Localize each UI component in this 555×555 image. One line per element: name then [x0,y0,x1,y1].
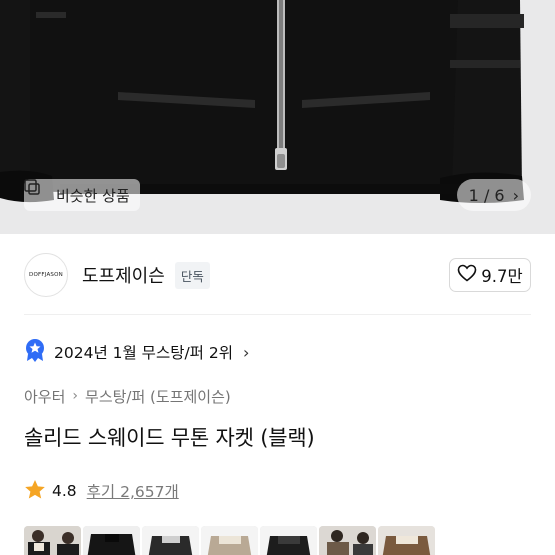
like-count: 9.7만 [481,267,523,286]
exclusive-badge: 단독 [174,261,210,289]
review-count-link[interactable]: 후기 2,657개 [87,480,179,502]
review-thumbnail[interactable] [201,526,258,555]
brand-logo-text: DOFFJASON [29,272,63,278]
review-thumbnail[interactable] [83,526,140,555]
ranking-text: 2024년 1월 무스탕/퍼 2위 [54,344,233,362]
like-button[interactable]: 9.7만 [449,258,531,292]
review-thumbnails [24,526,435,555]
similar-items-icon [24,179,50,203]
product-title: 솔리드 스웨이드 무톤 자켓 (블랙) [24,426,315,450]
chevron-right-icon: › [512,185,519,205]
rating-score: 4.8 [52,482,77,500]
review-thumbnail[interactable] [24,526,81,555]
similar-products-label: 비슷한 상품 [56,186,130,205]
chevron-right-icon: › [243,342,250,362]
divider [24,314,531,315]
ranking-link[interactable]: 2024년 1월 무스탕/퍼 2위 › [24,338,249,366]
product-image-carousel[interactable]: 비슷한 상품 1 / 6 › [0,0,555,234]
image-pager[interactable]: 1 / 6 › [456,179,531,211]
image-pager-count: 1 / 6 [468,185,505,205]
heart-icon [457,264,477,286]
rating-row: 4.8 후기 2,657개 [24,478,179,504]
review-thumbnail[interactable] [378,526,435,555]
review-thumbnail[interactable] [319,526,376,555]
review-thumbnail[interactable] [260,526,317,555]
similar-products-button[interactable]: 비슷한 상품 [24,179,140,211]
breadcrumb: 아우터 › 무스탕/퍼 (도프제이슨) [24,384,231,408]
chevron-right-icon: › [72,388,79,404]
star-icon [24,479,46,504]
brand-name[interactable]: 도프제이슨 [82,262,165,288]
breadcrumb-item-outer[interactable]: 아우터 [24,386,65,407]
brand-logo[interactable]: DOFFJASON [24,253,68,297]
ranking-badge-icon [24,338,46,366]
review-thumbnail[interactable] [142,526,199,555]
brand-row: DOFFJASON 도프제이슨 단독 9.7만 [24,252,531,298]
breadcrumb-item-mustang[interactable]: 무스탕/퍼 (도프제이슨) [85,386,231,407]
